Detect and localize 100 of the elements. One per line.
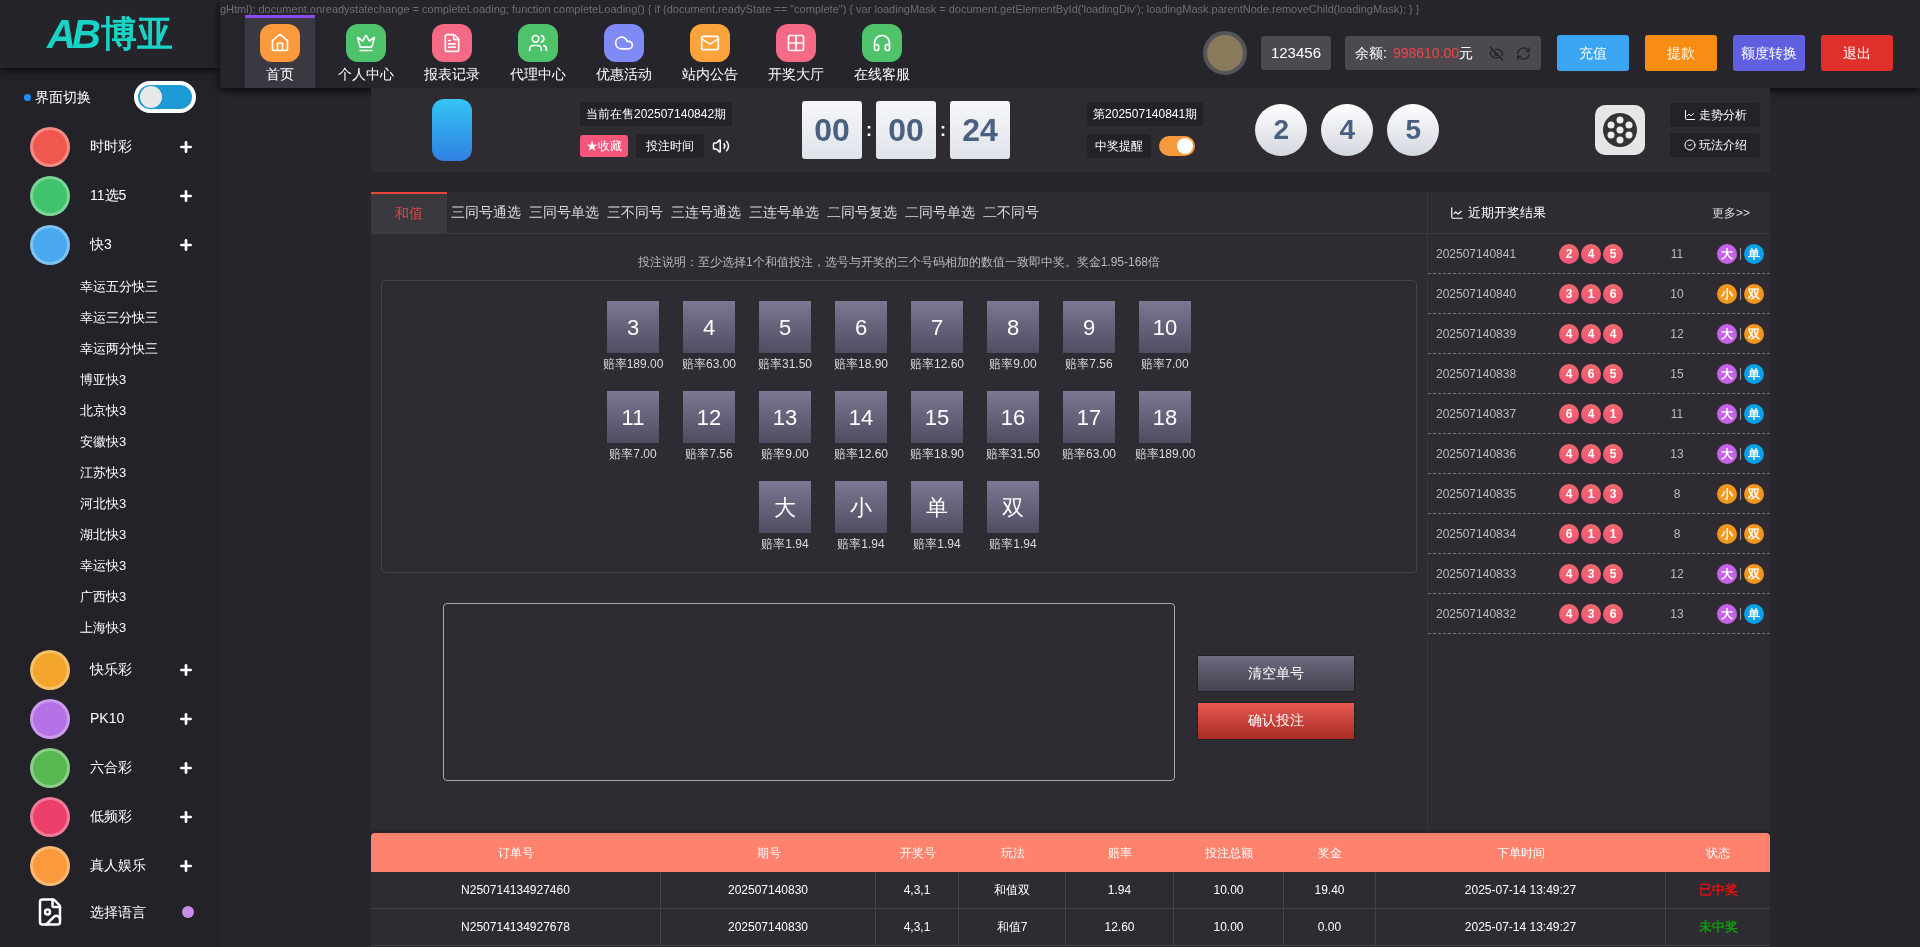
plus-icon[interactable]	[178, 187, 194, 204]
sum-value: 10	[1669, 285, 1685, 303]
nav-tab[interactable]: 在线客服	[847, 15, 917, 88]
table-cell: 202507140830	[661, 872, 876, 908]
bet-input-field[interactable]	[443, 603, 1175, 781]
parity-badge: 双	[1744, 323, 1764, 344]
bet-number-button[interactable]: 10	[1139, 301, 1191, 353]
bet-type-tab[interactable]: 三连号单选	[745, 192, 823, 233]
bet-number-button[interactable]: 18	[1139, 391, 1191, 443]
issue-number: 202507140839	[1436, 325, 1518, 343]
balance-unit: 元	[1459, 43, 1474, 63]
sidebar-subitem[interactable]: 幸运两分快三	[0, 333, 220, 364]
nav-tab[interactable]: 代理中心	[503, 15, 573, 88]
sidebar-subitem[interactable]: 河北快3	[0, 488, 220, 519]
plus-icon[interactable]	[178, 236, 194, 253]
nav-tab[interactable]: 首页	[245, 15, 315, 88]
sidebar-item[interactable]: PK10	[0, 694, 220, 743]
sidebar-subitem[interactable]: 广西快3	[0, 581, 220, 612]
column-header: 奖金	[1317, 844, 1343, 862]
bet-number-button[interactable]: 4	[683, 301, 735, 353]
action-button[interactable]: 额度转换	[1733, 35, 1805, 71]
bet-type-tab[interactable]: 二同号复选	[823, 192, 901, 233]
info-link[interactable]: 玩法介绍	[1670, 133, 1760, 157]
plus-icon[interactable]	[178, 661, 194, 678]
plus-icon[interactable]	[178, 138, 194, 155]
avatar[interactable]	[1202, 31, 1247, 75]
plus-icon[interactable]	[178, 857, 194, 874]
bet-number-button[interactable]: 5	[759, 301, 811, 353]
nav-tab[interactable]: 开奖大厅	[761, 15, 831, 88]
plus-icon[interactable]	[178, 710, 194, 727]
sidebar-item[interactable]: 快3	[0, 220, 220, 269]
sidebar-subitem[interactable]: 江苏快3	[0, 457, 220, 488]
bet-number-button[interactable]: 16	[987, 391, 1039, 443]
bet-type-tab[interactable]: 二不同号	[979, 192, 1043, 233]
issue-number: 202507140834	[1436, 525, 1518, 543]
parity-badge: 双	[1744, 563, 1764, 584]
size-badge: 小	[1717, 523, 1737, 544]
nav-tab[interactable]: 个人中心	[331, 15, 401, 88]
parity-badge: 双	[1744, 523, 1764, 544]
clear-button[interactable]: 清空单号	[1197, 654, 1355, 692]
plus-icon[interactable]	[178, 808, 194, 825]
sidebar-subitem[interactable]: 上海快3	[0, 612, 220, 643]
sidebar-item[interactable]: 11选5	[0, 171, 220, 220]
plus-icon[interactable]	[178, 759, 194, 776]
bet-type-tab[interactable]: 二同号单选	[901, 192, 979, 233]
parity-badge: 单	[1744, 363, 1764, 384]
sidebar-subitem[interactable]: 北京快3	[0, 395, 220, 426]
prize-alert-toggle[interactable]	[1159, 136, 1196, 156]
sidebar-item[interactable]: 六合彩	[0, 743, 220, 792]
sidebar-item[interactable]: 低频彩	[0, 792, 220, 841]
interface-toggle[interactable]	[134, 81, 196, 113]
bet-number-button[interactable]: 8	[987, 301, 1039, 353]
bet-number-button[interactable]: 15	[911, 391, 963, 443]
bet-number-button[interactable]: 9	[1063, 301, 1115, 353]
sidebar-subitem[interactable]: 湖北快3	[0, 519, 220, 550]
bet-number-button[interactable]: 17	[1063, 391, 1115, 443]
info-link[interactable]: 走势分析	[1670, 103, 1760, 127]
more-link[interactable]: 更多>>	[1712, 203, 1750, 222]
sidebar-item[interactable]: 快乐彩	[0, 645, 220, 694]
issue-number: 202507140835	[1436, 485, 1518, 503]
bet-number-button[interactable]: 6	[835, 301, 887, 353]
bet-type-tab[interactable]: 三不同号	[603, 192, 667, 233]
bet-number-button[interactable]: 3	[607, 301, 659, 353]
issue-number: 202507140841	[1436, 245, 1518, 263]
logo[interactable]: AB博亚	[0, 0, 220, 68]
column-header: 状态	[1705, 844, 1731, 862]
nav-tab[interactable]: 站内公告	[675, 15, 745, 88]
bet-number-button[interactable]: 13	[759, 391, 811, 443]
action-button[interactable]: 退出	[1821, 35, 1893, 71]
bet-number-button[interactable]: 单	[911, 481, 963, 533]
issue-number: 202507140833	[1436, 565, 1518, 583]
odds-label: 赔率7.00	[1141, 356, 1189, 373]
sidebar-item[interactable]: 选择语言	[0, 890, 220, 934]
sidebar-item[interactable]: 真人娱乐	[0, 841, 220, 890]
sidebar-subitem[interactable]: 幸运快3	[0, 550, 220, 581]
sidebar-subitem[interactable]: 幸运五分快三	[0, 271, 220, 302]
table-cell: 10.00	[1174, 909, 1284, 945]
sidebar-item[interactable]: 时时彩	[0, 122, 220, 171]
sidebar-subitem[interactable]: 博亚快3	[0, 364, 220, 395]
nav-tab[interactable]: 报表记录	[417, 15, 487, 88]
bet-number-button[interactable]: 小	[835, 481, 887, 533]
bet-type-tab[interactable]: 三同号通选	[447, 192, 525, 233]
bet-number-button[interactable]: 12	[683, 391, 735, 443]
sidebar-subitem[interactable]: 幸运三分快三	[0, 302, 220, 333]
dice-icon[interactable]	[1594, 104, 1646, 156]
game-logo-icon	[432, 99, 472, 161]
issue-number: 202507140832	[1436, 605, 1518, 623]
nav-tab[interactable]: 优惠活动	[589, 15, 659, 88]
bet-number-button[interactable]: 双	[987, 481, 1039, 533]
bet-type-tab[interactable]: 三同号单选	[525, 192, 603, 233]
sidebar-subitem[interactable]: 安徽快3	[0, 426, 220, 457]
bet-number-button[interactable]: 14	[835, 391, 887, 443]
bet-number-button[interactable]: 7	[911, 301, 963, 353]
bet-number-button[interactable]: 11	[607, 391, 659, 443]
speaker-icon[interactable]	[712, 137, 730, 155]
table-cell: 0.00	[1284, 909, 1376, 945]
bet-type-tab[interactable]: 三连号通选	[667, 192, 745, 233]
confirm-bet-button[interactable]: 确认投注	[1197, 701, 1355, 740]
sum-value: 11	[1669, 405, 1685, 423]
bet-number-button[interactable]: 大	[759, 481, 811, 533]
